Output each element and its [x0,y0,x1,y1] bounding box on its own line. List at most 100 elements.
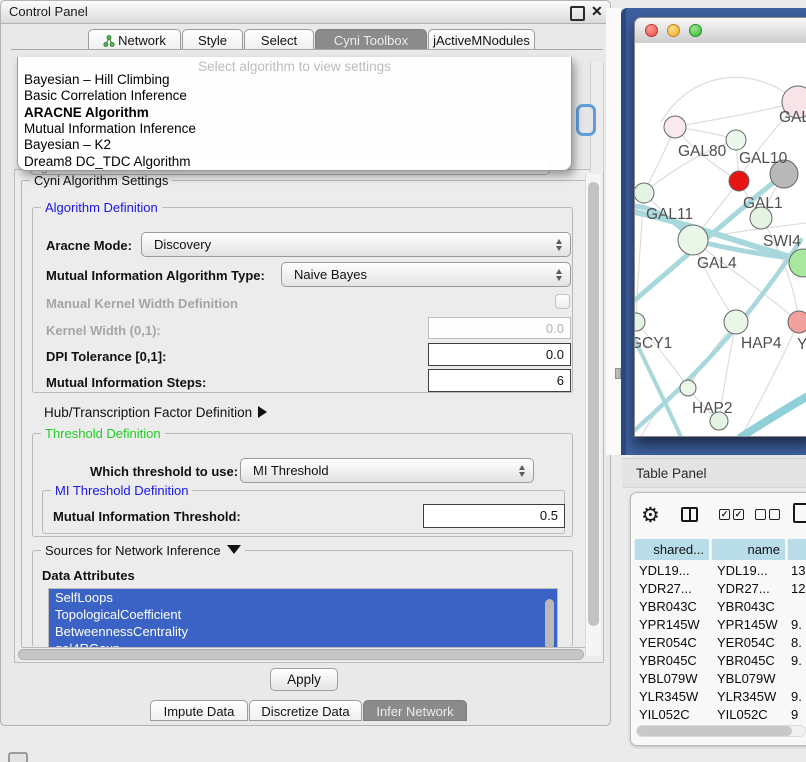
cyni-algorithm-settings-group: Cyni Algorithm Settings Algorithm Defini… [21,180,587,648]
mac-close-icon[interactable] [645,24,658,37]
dpi-tolerance-field[interactable]: 0.0 [428,343,571,366]
table-cell[interactable]: YDL19... [717,561,768,580]
table-cell[interactable]: YBR045C [639,651,697,670]
tab-select[interactable]: Select [244,29,314,50]
tab-impute-data[interactable]: Impute Data [150,700,248,721]
table-cell[interactable]: YER054C [717,633,775,652]
dropdown-item[interactable]: Bayesian – K2 [18,137,571,153]
table-cell[interactable]: 9. [791,651,802,670]
table-cell[interactable]: YLR345W [639,687,698,706]
manual-kernel-checkbox[interactable] [555,294,570,309]
table-cell[interactable]: YDL19... [639,561,690,580]
spinner-icon [556,239,562,251]
node[interactable] [788,311,806,333]
table-hscroll-track[interactable] [636,725,806,737]
table-cell[interactable]: YER054C [639,633,697,652]
node-hap4[interactable] [724,310,748,334]
table-cell[interactable]: YPR145W [717,615,778,634]
statusbar-icon[interactable] [8,752,28,762]
tab-cyni-toolbox[interactable]: Cyni Toolbox [315,29,427,50]
table-cell[interactable]: 9. [791,687,802,706]
table-cell[interactable]: YLR345W [717,687,776,706]
mac-minimize-icon[interactable] [667,24,680,37]
dropdown-item[interactable]: Basic Correlation Inference [18,88,571,104]
new-table-icon[interactable] [793,503,806,523]
table-cell[interactable]: YPR145W [639,615,700,634]
node-selected-red[interactable] [729,171,749,191]
data-attributes-list[interactable]: SelfLoops TopologicalCoefficient Between… [48,588,558,647]
table-cell[interactable]: 9. [791,615,802,634]
table-cell[interactable]: 13 [791,561,805,580]
control-panel-titlebar[interactable] [1,1,610,24]
table-cell[interactable]: YBR043C [717,597,775,616]
table-cell[interactable]: YBR045C [717,651,775,670]
settings-vscroll-thumb[interactable] [588,182,599,626]
kernel-width-field[interactable]: 0.0 [428,317,571,339]
dropdown-item[interactable]: Dream8 DC_TDC Algorithm [18,154,571,170]
unselect-all-columns-icon[interactable] [755,509,783,527]
mac-zoom-icon[interactable] [689,24,702,37]
network-window[interactable]: GAL80 GAL10 GAL1 GAL11 GAL4 SWI4 GCY1 HA… [634,17,806,437]
show-columns-icon[interactable] [681,507,698,522]
network-graph: GAL80 GAL10 GAL1 GAL11 GAL4 SWI4 GCY1 HA… [635,43,806,437]
table-cell[interactable]: YIL052C [717,705,768,719]
table-cell[interactable]: 9 [791,705,798,719]
table-cell[interactable]: YDR27... [717,579,770,598]
sources-group-title[interactable]: Sources for Network Inference [41,543,245,558]
table-cell[interactable]: 12 [791,579,805,598]
list-item[interactable]: gal4RGexp [49,640,557,647]
tab-network[interactable]: Network [88,29,181,50]
dropdown-item-selected[interactable]: ARACNE Algorithm [18,105,571,121]
settings-hscroll-thumb[interactable] [18,649,584,660]
column-header[interactable]: shared... [634,539,709,560]
settings-hscroll-track[interactable] [18,649,584,660]
list-item[interactable]: SelfLoops [49,589,557,606]
node-gal11[interactable] [635,183,654,203]
network-canvas[interactable]: GAL80 GAL10 GAL1 GAL11 GAL4 SWI4 GCY1 HA… [635,43,806,436]
aracne-mode-select[interactable]: Discovery [141,232,571,257]
mi-type-select[interactable]: Naive Bayes [281,262,571,287]
which-threshold-select[interactable]: MI Threshold [240,458,534,483]
tab-style[interactable]: Style [182,29,243,50]
select-all-columns-icon[interactable]: ✓✓ [719,509,747,527]
mi-threshold-field[interactable]: 0.5 [423,504,565,528]
close-icon[interactable]: ✕ [591,3,603,20]
mi-steps-field[interactable]: 6 [428,369,571,392]
node-gal4[interactable] [678,225,708,255]
threshold-definition-group: Threshold Definition Which threshold to … [32,433,573,537]
settings-vscroll-track[interactable] [585,174,601,656]
focused-combo-fragment[interactable] [576,104,596,136]
list-scrollbar[interactable] [545,599,554,647]
apply-button[interactable]: Apply [270,668,338,691]
column-header[interactable]: A [787,539,806,560]
data-attributes-label: Data Attributes [42,568,135,583]
tab-infer-network[interactable]: Infer Network [363,700,467,721]
table-cell[interactable]: YBR043C [639,597,697,616]
table-hscroll-thumb[interactable] [637,726,792,736]
node[interactable] [726,130,746,150]
node-hap2[interactable] [680,380,696,396]
network-icon [103,35,115,47]
table-cell[interactable]: YDR27... [639,579,692,598]
float-window-icon[interactable] [570,6,585,21]
node-gcy1[interactable] [635,313,645,331]
table-cell[interactable]: 8. [791,633,802,652]
hub-section-toggle[interactable]: Hub/Transcription Factor Definition [44,405,267,420]
gear-icon[interactable]: ⚙ [641,503,660,528]
dropdown-item[interactable]: Mutual Information Inference [18,121,571,137]
node[interactable] [664,116,686,138]
tab-jactivemnodules[interactable]: jActiveMNodules [428,29,535,50]
column-header[interactable]: name [711,539,785,560]
list-item[interactable]: BetweennessCentrality [49,623,557,640]
tab-discretize-data[interactable]: Discretize Data [249,700,362,721]
network-window-titlebar[interactable] [635,18,806,44]
list-item[interactable]: TopologicalCoefficient [49,606,557,623]
mi-steps-label: Mutual Information Steps: [46,375,206,390]
table-panel-bar: Table Panel [622,458,806,488]
node-label: GCY1 [635,335,672,352]
table-cell[interactable]: YBL079W [639,669,698,688]
tab-network-label: Network [118,33,166,48]
table-cell[interactable]: YIL052C [639,705,690,719]
dropdown-item[interactable]: Bayesian – Hill Climbing [18,72,571,88]
table-cell[interactable]: YBL079W [717,669,776,688]
